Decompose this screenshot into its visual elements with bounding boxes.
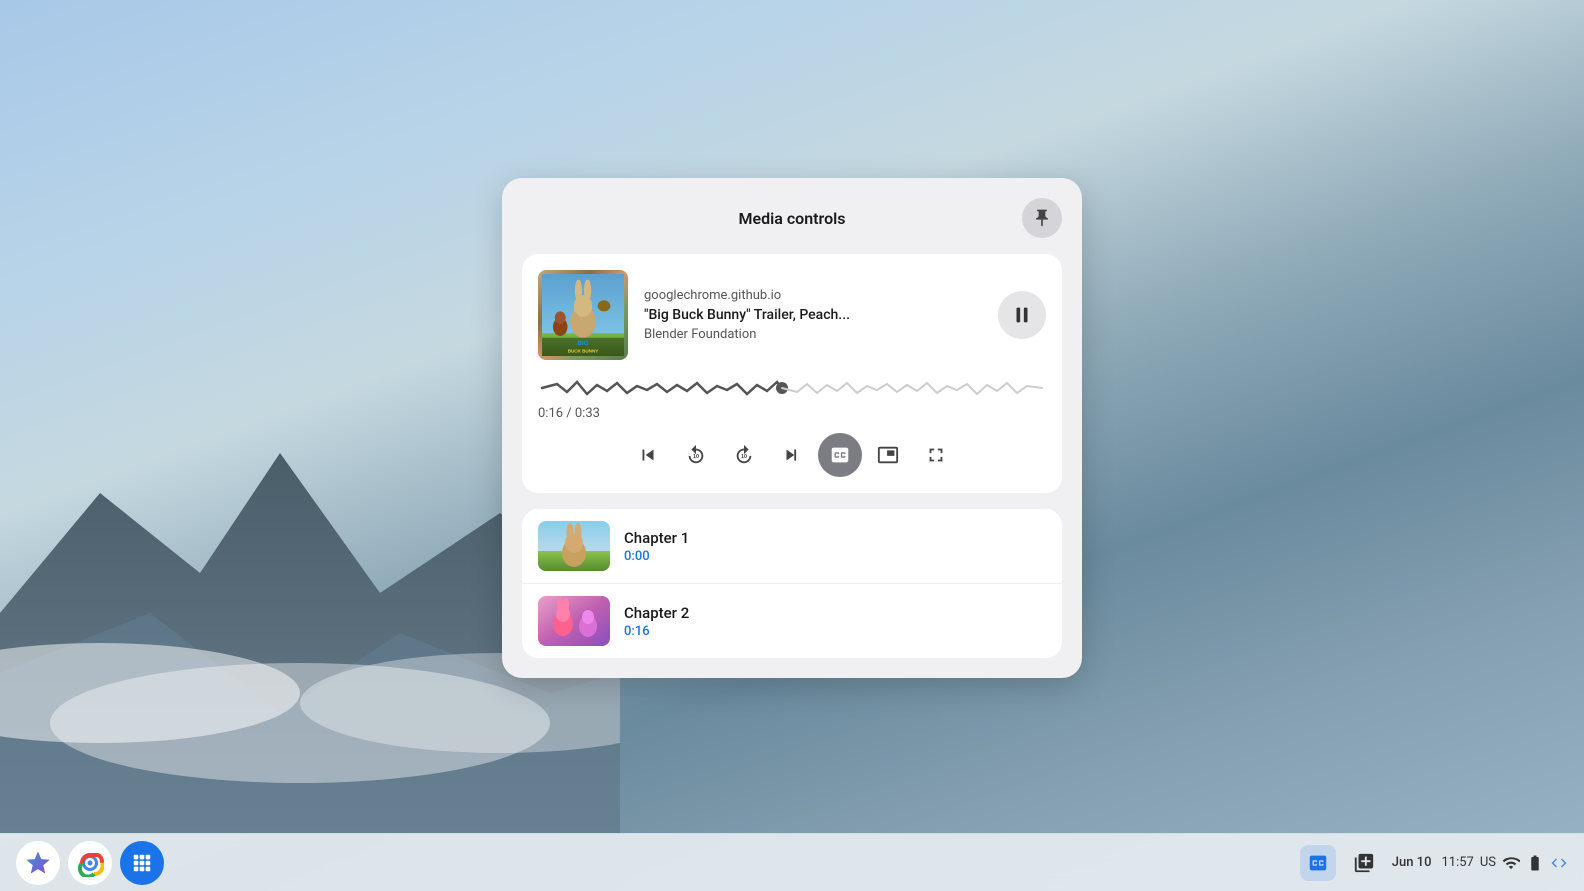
pause-icon: [1011, 304, 1033, 326]
taskbar-time: 11:57: [1441, 855, 1473, 870]
track-title: "Big Buck Bunny" Trailer, Peach...: [644, 307, 982, 323]
forward-icon: 10: [733, 444, 755, 466]
captions-icon: [829, 444, 851, 466]
media-panel-header: Media controls: [522, 198, 1062, 238]
developer-icon: [1550, 854, 1568, 872]
svg-text:BUCK BUNNY: BUCK BUNNY: [568, 348, 599, 353]
taskbar: Jun 10 11:57 US: [0, 833, 1584, 891]
chapter-1-info: Chapter 1 0:00: [624, 529, 1046, 564]
chapter-2-info: Chapter 2 0:16: [624, 604, 1046, 639]
svg-text:BIG: BIG: [577, 340, 588, 347]
forward-button[interactable]: 10: [722, 433, 766, 477]
skip-end-button[interactable]: [770, 433, 814, 477]
wifi-icon: [1502, 854, 1520, 872]
taskbar-left: [16, 841, 164, 885]
svg-text:10: 10: [741, 454, 747, 460]
track-artist: Blender Foundation: [644, 327, 982, 342]
chapter-item[interactable]: Chapter 1 0:00: [522, 509, 1062, 584]
pip-button[interactable]: [866, 433, 910, 477]
album-art: BIG BUCK BUNNY: [538, 270, 628, 360]
chapter-2-time: 0:16: [624, 624, 1046, 639]
chapter-1-time: 0:00: [624, 549, 1046, 564]
pip-icon: [877, 444, 899, 466]
apps-grid-icon[interactable]: [120, 841, 164, 885]
progress-section[interactable]: 0:16 / 0:33: [538, 376, 1046, 421]
taskbar-right: Jun 10 11:57 US: [1300, 845, 1568, 881]
fullscreen-icon: [925, 444, 947, 466]
skip-beginning-icon: [637, 444, 659, 466]
media-panel-title: Media controls: [562, 209, 1022, 228]
battery-icon: [1526, 854, 1544, 872]
rewind-icon: 10: [685, 444, 707, 466]
fullscreen-button[interactable]: [914, 433, 958, 477]
chrome-app-icon[interactable]: [68, 841, 112, 885]
queue-icon: [1353, 852, 1375, 874]
bbb-poster: BIG BUCK BUNNY: [542, 270, 624, 360]
waveform-progress[interactable]: [538, 376, 1046, 400]
media-icon: [1307, 852, 1329, 874]
chapter-list: Chapter 1 0:00: [522, 509, 1062, 658]
pin-button[interactable]: [1022, 198, 1062, 238]
taskbar-media-icon[interactable]: [1300, 845, 1336, 881]
taskbar-status: 11:57 US: [1441, 854, 1568, 872]
track-source: googlechrome.github.io: [644, 288, 982, 303]
star-icon: [24, 849, 52, 877]
captions-button[interactable]: [818, 433, 862, 477]
now-playing-top: BIG BUCK BUNNY googlechrome.github.io "B…: [538, 270, 1046, 360]
rewind-button[interactable]: 10: [674, 433, 718, 477]
track-info: googlechrome.github.io "Big Buck Bunny" …: [644, 288, 982, 342]
chrome-icon: [76, 849, 104, 877]
controls-row: 10 10: [538, 433, 1046, 477]
taskbar-date: Jun 10: [1392, 855, 1432, 870]
taskbar-locale: US: [1480, 855, 1496, 870]
chapter-1-thumbnail: [538, 521, 610, 571]
play-pause-button[interactable]: [998, 291, 1046, 339]
time-display: 0:16 / 0:33: [538, 406, 1046, 421]
chapter-1-name: Chapter 1: [624, 529, 1046, 547]
launcher-app-icon[interactable]: [16, 841, 60, 885]
grid-icon: [131, 852, 153, 874]
now-playing-card: BIG BUCK BUNNY googlechrome.github.io "B…: [522, 254, 1062, 493]
chapter-2-thumbnail: [538, 596, 610, 646]
svg-text:10: 10: [693, 454, 699, 460]
media-controls-panel: Media controls: [502, 178, 1082, 678]
skip-beginning-button[interactable]: [626, 433, 670, 477]
taskbar-queue-icon[interactable]: [1346, 845, 1382, 881]
chapter-2-name: Chapter 2: [624, 604, 1046, 622]
chapter-item[interactable]: Chapter 2 0:16: [522, 584, 1062, 658]
skip-end-icon: [781, 444, 803, 466]
pin-icon: [1032, 208, 1052, 228]
